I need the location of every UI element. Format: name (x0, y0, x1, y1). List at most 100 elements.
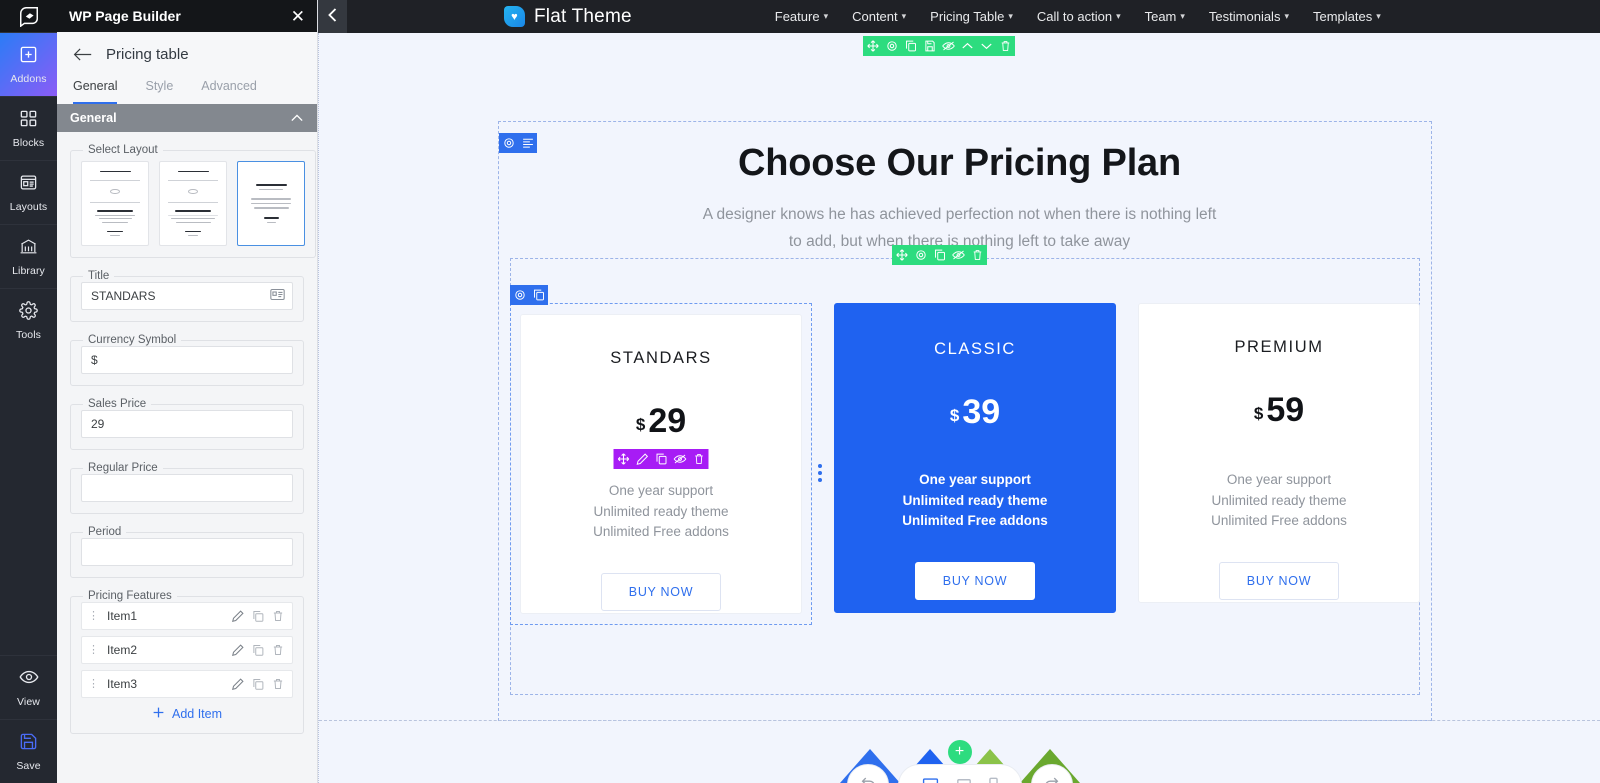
drag-handle-icon[interactable]: ⋮ (88, 644, 99, 656)
element-toolbar[interactable] (613, 449, 709, 469)
trash-icon[interactable] (272, 678, 284, 690)
field-label: Currency Symbol (88, 334, 177, 346)
list-item[interactable]: ⋮ Item1 (81, 602, 293, 630)
arrow-left-icon[interactable] (73, 47, 92, 62)
buy-now-button[interactable]: BUY NOW (914, 561, 1036, 600)
trash-icon[interactable] (272, 610, 284, 622)
nav-item-pricing-table[interactable]: Pricing Table ▾ (930, 9, 1013, 24)
pricing-column-1[interactable]: STANDARS $29 One year support Unlimited … (510, 285, 822, 625)
sidebar-item-library[interactable]: Library (0, 224, 57, 288)
hide-eye-icon[interactable] (939, 36, 958, 56)
trash-icon[interactable] (690, 449, 709, 469)
price-amount: 29 (648, 402, 687, 440)
add-item-button[interactable]: Add Item (81, 704, 293, 722)
move-icon[interactable] (892, 245, 911, 265)
tab-style[interactable]: Style (145, 79, 173, 104)
hide-eye-icon[interactable] (671, 449, 690, 469)
section-general-header[interactable]: General (57, 104, 317, 132)
panel-collapse-handle[interactable] (318, 0, 347, 33)
copy-icon[interactable] (901, 36, 920, 56)
row-toolbar[interactable] (892, 245, 987, 265)
field-period: Period (70, 526, 304, 578)
pricing-column-3[interactable]: PREMIUM $59 One year support Unlimited r… (1138, 303, 1420, 625)
redo-icon (1043, 774, 1061, 783)
buy-now-button[interactable]: BUY NOW (1218, 561, 1340, 600)
list-item[interactable]: ⋮ Item3 (81, 670, 293, 698)
gear-icon[interactable] (499, 133, 518, 153)
copy-icon[interactable] (252, 610, 264, 622)
redo-button[interactable] (1030, 764, 1073, 783)
nav-item-testimonials[interactable]: Testimonials ▾ (1209, 9, 1289, 24)
title-input[interactable]: STANDARS (81, 282, 293, 310)
undo-button[interactable] (846, 764, 889, 783)
copy-icon[interactable] (529, 285, 548, 305)
period-input[interactable] (81, 538, 293, 566)
buy-now-button[interactable]: BUY NOW (600, 572, 722, 611)
pencil-icon[interactable] (633, 449, 652, 469)
copy-icon[interactable] (252, 678, 264, 690)
chevron-down-icon[interactable] (977, 36, 996, 56)
nav-item-feature[interactable]: Feature ▾ (775, 9, 828, 24)
close-icon[interactable]: ✕ (291, 8, 305, 25)
field-label: Regular Price (88, 462, 158, 474)
move-icon[interactable] (614, 449, 633, 469)
sidebar-item-save[interactable]: Save (0, 719, 57, 783)
wp-page-builder-logo-icon[interactable] (0, 0, 57, 32)
nav-item-call-to-action[interactable]: Call to action ▾ (1037, 9, 1121, 24)
dynamic-field-icon[interactable] (270, 288, 285, 304)
copy-icon[interactable] (930, 245, 949, 265)
column-settings-icon[interactable] (518, 133, 537, 153)
tablet-icon[interactable] (956, 778, 972, 783)
gear-icon[interactable] (911, 245, 930, 265)
layout-option-1[interactable] (81, 161, 149, 246)
add-section-button[interactable]: + (947, 740, 972, 764)
drag-handle-icon[interactable]: ⋮ (88, 610, 99, 622)
site-brand[interactable]: ♥ Flat Theme (504, 6, 632, 28)
chevron-down-icon: ▾ (901, 11, 907, 21)
layout-option-2[interactable] (159, 161, 227, 246)
chevron-up-icon[interactable] (958, 36, 977, 56)
field-label: Sales Price (88, 398, 147, 410)
trash-icon[interactable] (996, 36, 1015, 56)
gear-icon[interactable] (882, 36, 901, 56)
pencil-icon[interactable] (232, 644, 244, 656)
save-icon[interactable] (920, 36, 939, 56)
field-regular-price: Regular Price (70, 462, 304, 514)
hide-eye-icon[interactable] (949, 245, 968, 265)
section-settings-toolbar[interactable] (499, 133, 537, 153)
field-pricing-features: Pricing Features ⋮ Item1 ⋮ Item2 ⋮ Item3… (70, 590, 304, 734)
sidebar-item-blocks[interactable]: Blocks (0, 96, 57, 160)
price-amount: 39 (962, 393, 1001, 431)
sales-price-input[interactable]: 29 (81, 410, 293, 438)
plus-icon: + (954, 743, 965, 760)
trash-icon[interactable] (272, 644, 284, 656)
regular-price-input[interactable] (81, 474, 293, 502)
mobile-icon[interactable] (988, 777, 999, 783)
block-toolbar[interactable] (510, 285, 548, 305)
column-resize-handle[interactable] (818, 464, 822, 482)
sidebar-item-tools[interactable]: Tools (0, 288, 57, 352)
desktop-icon[interactable] (921, 777, 940, 783)
move-icon[interactable] (863, 36, 882, 56)
nav-item-team[interactable]: Team ▾ (1145, 9, 1185, 24)
nav-item-content[interactable]: Content ▾ (852, 9, 906, 24)
layout-option-3[interactable] (237, 161, 305, 246)
copy-icon[interactable] (652, 449, 671, 469)
pricing-column-2[interactable]: CLASSIC $39 One year support Unlimited r… (834, 303, 1116, 625)
tab-general[interactable]: General (73, 79, 118, 104)
sidebar-item-addons[interactable]: Addons (0, 32, 57, 96)
section-toolbar[interactable] (863, 36, 1015, 56)
sidebar-item-layouts[interactable]: Layouts (0, 160, 57, 224)
field-title: Title STANDARS (70, 270, 304, 322)
nav-item-templates[interactable]: Templates ▾ (1313, 9, 1381, 24)
drag-handle-icon[interactable]: ⋮ (88, 678, 99, 690)
copy-icon[interactable] (252, 644, 264, 656)
currency-symbol-input[interactable]: $ (81, 346, 293, 374)
list-item[interactable]: ⋮ Item2 (81, 636, 293, 664)
pencil-icon[interactable] (232, 678, 244, 690)
sidebar-item-view[interactable]: View (0, 655, 57, 719)
trash-icon[interactable] (968, 245, 987, 265)
tab-advanced[interactable]: Advanced (201, 79, 257, 104)
gear-icon[interactable] (510, 285, 529, 305)
pencil-icon[interactable] (232, 610, 244, 622)
